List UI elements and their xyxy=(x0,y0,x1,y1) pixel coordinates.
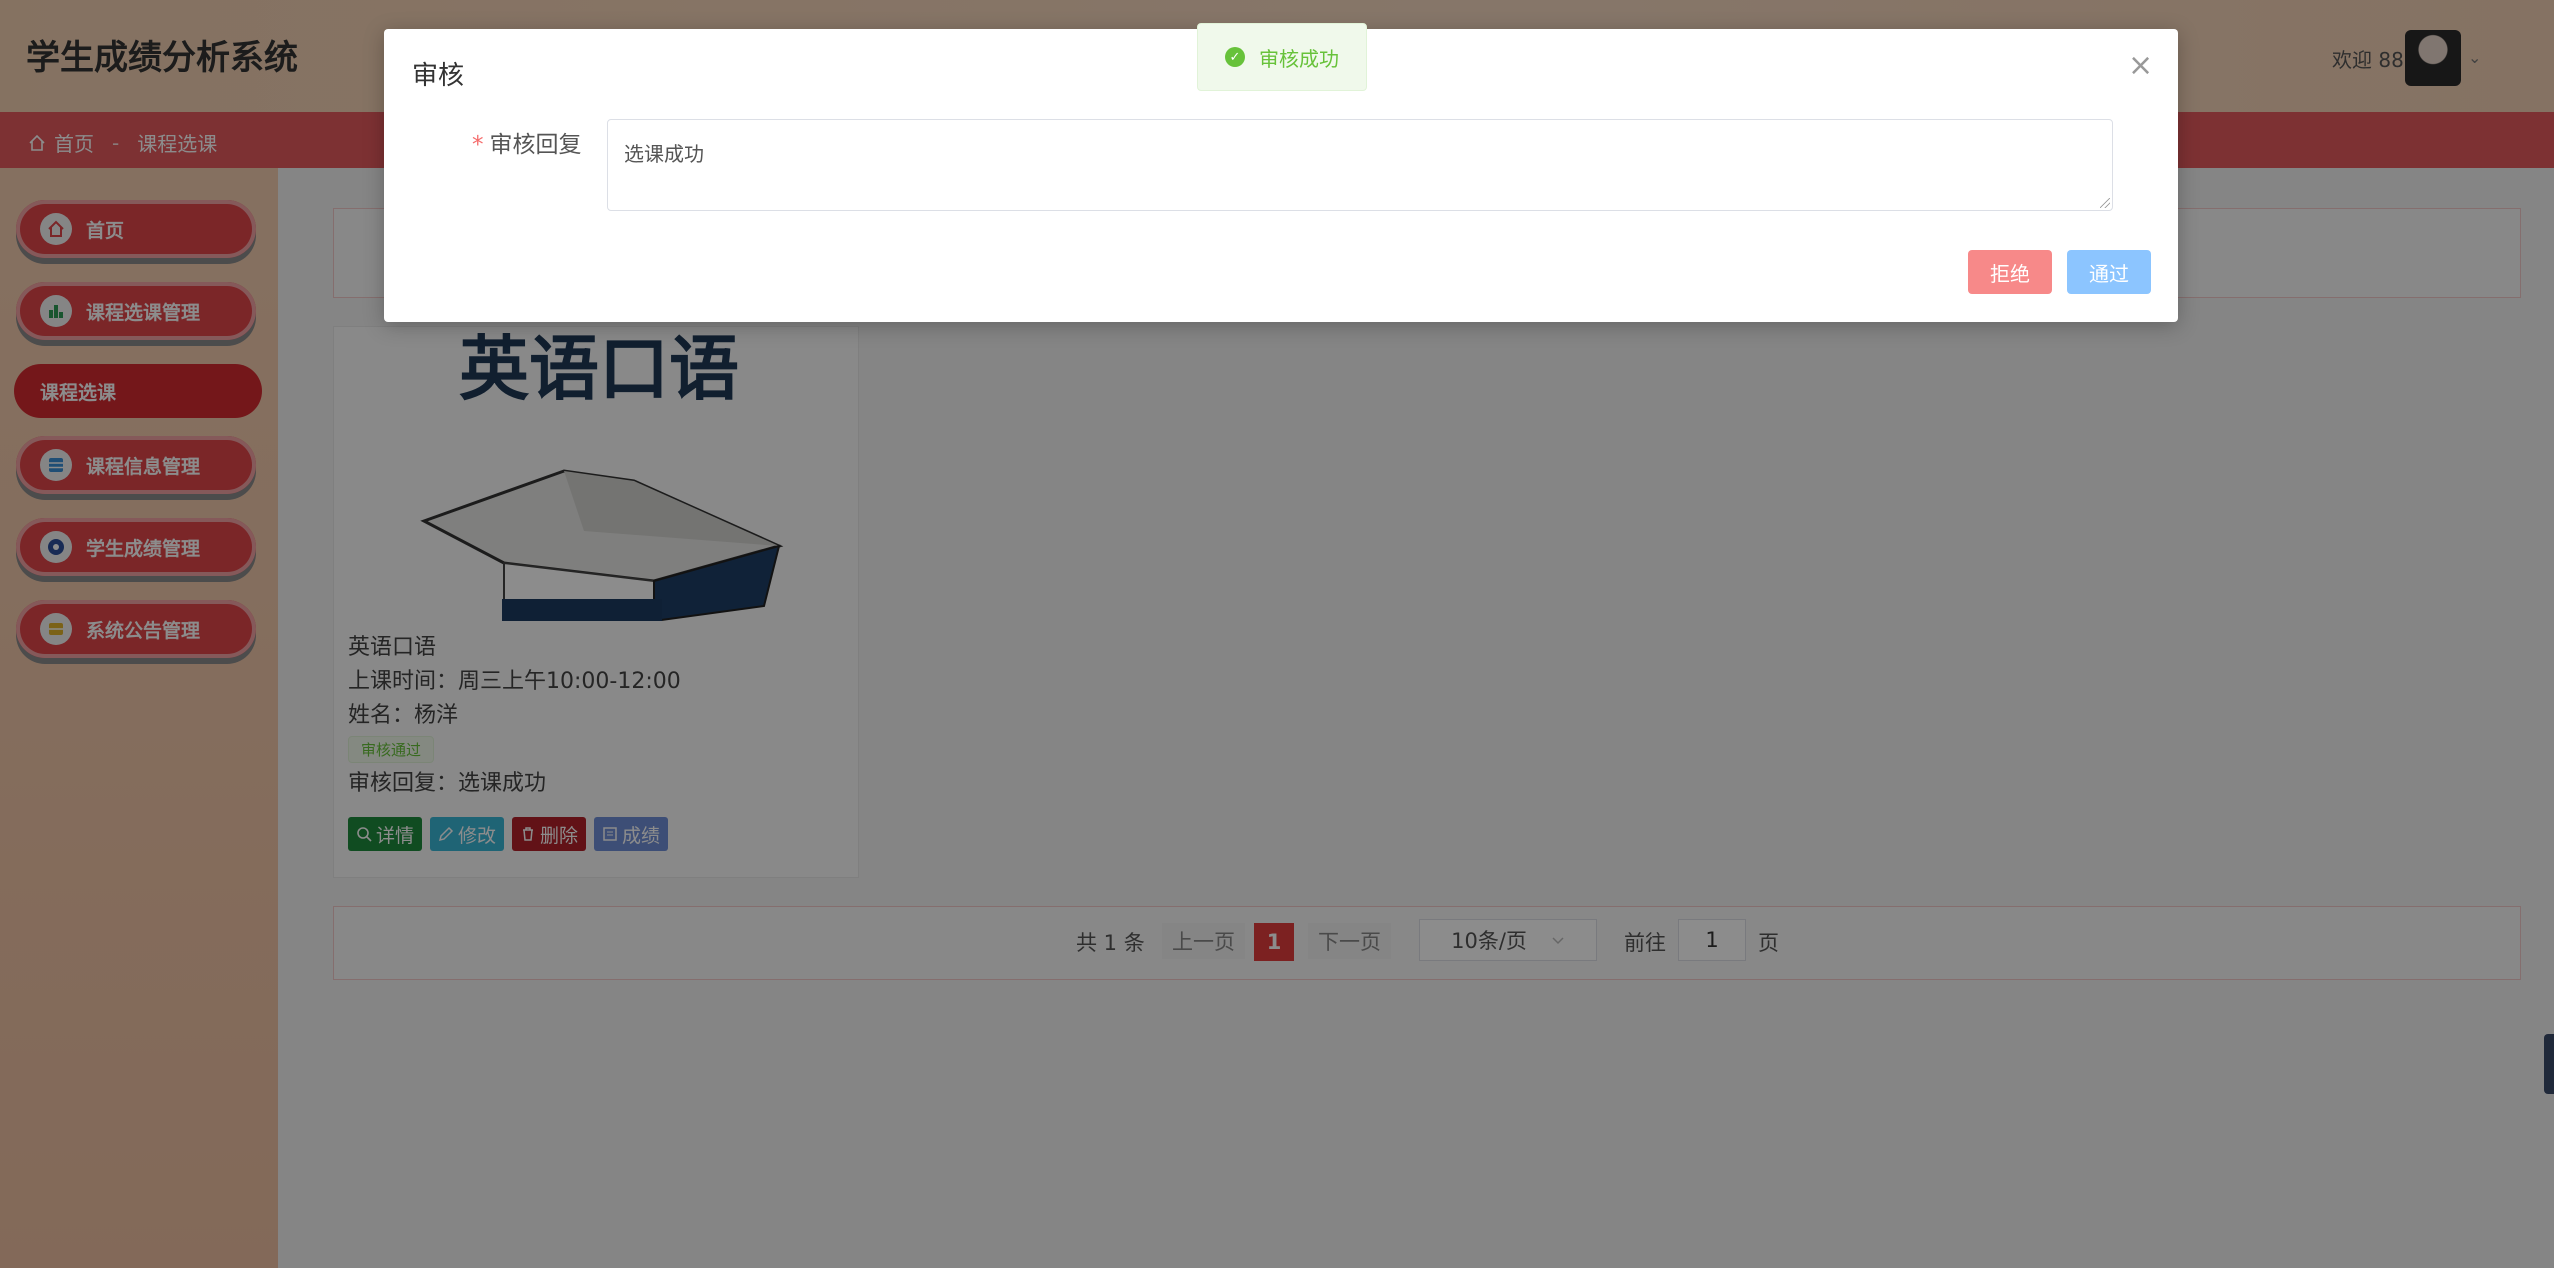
check-circle-icon: ✓ xyxy=(1225,47,1245,67)
review-reply-value: 选课成功 xyxy=(624,142,704,166)
reject-button[interactable]: 拒绝 xyxy=(1968,250,2052,294)
approve-button[interactable]: 通过 xyxy=(2067,250,2151,294)
close-icon[interactable]: × xyxy=(2128,51,2153,81)
dialog-title: 审核 xyxy=(412,61,465,91)
review-reply-label: * 审核回复 xyxy=(472,125,582,159)
success-toast: ✓ 审核成功 xyxy=(1197,23,1367,91)
review-reply-textarea[interactable]: 选课成功 xyxy=(607,119,2113,211)
resize-grip-icon[interactable] xyxy=(2100,198,2110,208)
toast-message: 审核成功 xyxy=(1259,46,1339,71)
review-reply-label-text: 审核回复 xyxy=(489,132,582,158)
required-mark: * xyxy=(472,132,484,158)
